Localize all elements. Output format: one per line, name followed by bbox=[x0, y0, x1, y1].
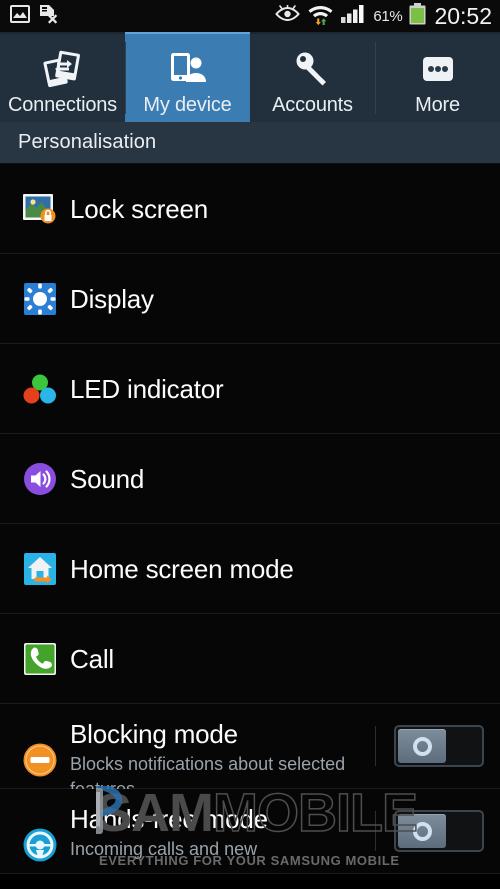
list-item-hands-free-mode[interactable]: Hands-free mode Incoming calls and new bbox=[0, 789, 500, 874]
eye-icon bbox=[275, 4, 301, 27]
list-item-title: Lock screen bbox=[70, 193, 208, 224]
list-item-call[interactable]: Call bbox=[0, 614, 500, 704]
toggle-knob bbox=[398, 729, 446, 763]
tab-accounts[interactable]: Accounts bbox=[250, 32, 375, 122]
led-indicator-icon bbox=[22, 371, 58, 407]
settings-list: Lock screen Display LED indicator Sound … bbox=[0, 164, 500, 874]
list-item-title: LED indicator bbox=[70, 373, 224, 404]
list-item-home-screen-mode[interactable]: Home screen mode bbox=[0, 524, 500, 614]
signal-bars-icon bbox=[341, 4, 366, 28]
list-item-text: Home screen mode bbox=[70, 553, 294, 585]
list-item-title: Sound bbox=[70, 463, 145, 494]
sound-icon bbox=[22, 461, 58, 497]
list-item-blocking-mode[interactable]: Blocking mode Blocks notifications about… bbox=[0, 704, 500, 799]
blocking-mode-icon bbox=[22, 742, 58, 778]
toggle-knob-ring bbox=[412, 821, 432, 841]
list-item-text: Display bbox=[70, 283, 154, 315]
tab-connections-label: Connections bbox=[8, 94, 117, 116]
hands-free-icon bbox=[22, 827, 58, 863]
list-item-text: LED indicator bbox=[70, 373, 224, 405]
section-header-label: Personalisation bbox=[18, 131, 157, 153]
status-bar-system: 61% 20:52 bbox=[275, 2, 492, 30]
toggle-knob bbox=[398, 814, 446, 848]
list-item-title: Hands-free mode bbox=[70, 804, 268, 834]
tab-more-label: More bbox=[415, 94, 460, 116]
hands-free-toggle-wrap bbox=[375, 810, 484, 852]
list-item-text: Lock screen bbox=[70, 193, 208, 225]
tab-accounts-label: Accounts bbox=[272, 94, 353, 116]
hands-free-toggle[interactable] bbox=[394, 810, 484, 852]
battery-percent-label: 61% bbox=[373, 7, 403, 25]
list-item-text: Call bbox=[70, 643, 114, 675]
tab-connections[interactable]: Connections bbox=[0, 32, 125, 122]
blocking-mode-toggle-wrap bbox=[375, 725, 484, 767]
section-header-personalisation: Personalisation bbox=[0, 122, 500, 164]
divider bbox=[375, 726, 376, 766]
list-item-title: Home screen mode bbox=[70, 553, 294, 584]
tab-bar: Connections My device Accounts More bbox=[0, 32, 500, 122]
list-item-lock-screen[interactable]: Lock screen bbox=[0, 164, 500, 254]
list-item-subtitle: Incoming calls and new bbox=[70, 839, 258, 859]
list-item-text: Sound bbox=[70, 463, 144, 495]
lock-screen-icon bbox=[22, 191, 58, 227]
tab-my-device-label: My device bbox=[143, 94, 232, 116]
battery-icon bbox=[409, 2, 426, 30]
my-device-icon bbox=[169, 49, 207, 89]
list-item-display[interactable]: Display bbox=[0, 254, 500, 344]
list-item-title: Call bbox=[70, 643, 114, 674]
tab-more[interactable]: More bbox=[375, 32, 500, 122]
connections-icon bbox=[42, 49, 83, 89]
blocking-mode-toggle[interactable] bbox=[394, 725, 484, 767]
divider bbox=[375, 811, 376, 851]
home-screen-icon bbox=[22, 551, 58, 587]
wifi-transfer-icon bbox=[307, 3, 334, 30]
more-dots-icon bbox=[420, 49, 456, 89]
key-icon bbox=[294, 49, 332, 89]
tab-my-device[interactable]: My device bbox=[125, 32, 250, 122]
list-item-text: Hands-free mode Incoming calls and new bbox=[70, 803, 268, 862]
call-icon bbox=[22, 641, 58, 677]
clock-label: 20:52 bbox=[434, 2, 492, 29]
status-bar-notifications bbox=[10, 4, 58, 29]
sim-card-x-icon bbox=[39, 4, 58, 29]
display-icon bbox=[22, 281, 58, 317]
list-item-title: Display bbox=[70, 283, 154, 314]
status-bar: 61% 20:52 bbox=[0, 0, 500, 32]
list-item-led-indicator[interactable]: LED indicator bbox=[0, 344, 500, 434]
image-icon bbox=[10, 4, 30, 28]
list-item-sound[interactable]: Sound bbox=[0, 434, 500, 524]
toggle-knob-ring bbox=[412, 736, 432, 756]
list-item-title: Blocking mode bbox=[70, 719, 238, 749]
